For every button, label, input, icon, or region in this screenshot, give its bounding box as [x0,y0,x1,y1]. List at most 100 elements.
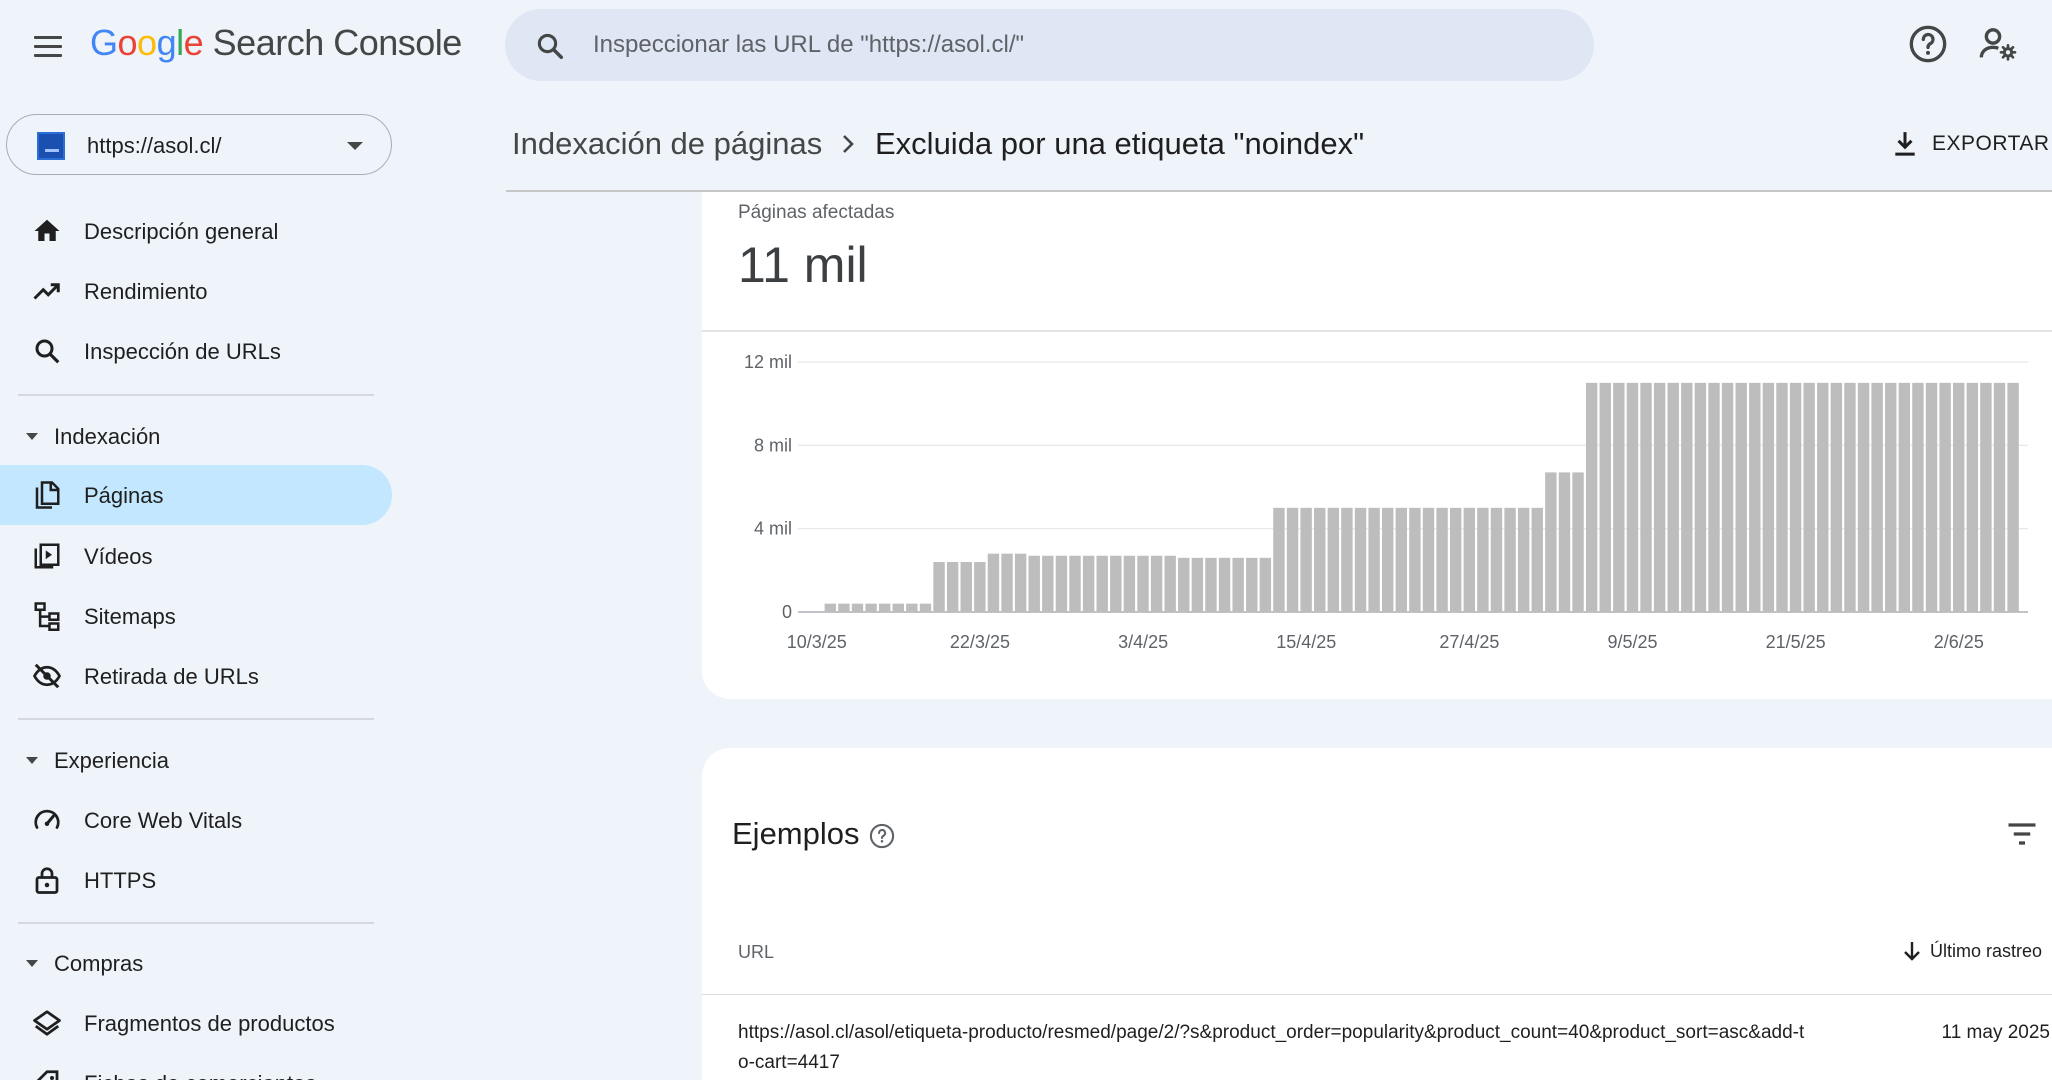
chart-bar[interactable] [1953,382,1965,612]
chart-bar[interactable] [1436,507,1448,612]
chart-bar[interactable] [946,562,959,612]
chart-bar[interactable] [1232,557,1244,612]
chart-bar[interactable] [1844,382,1856,612]
chart-bar[interactable] [1599,382,1611,612]
chart-bar[interactable] [1314,507,1326,612]
chart-bar[interactable] [1055,555,1068,612]
chart-bar[interactable] [1368,507,1380,612]
chart-bar[interactable] [1273,507,1285,612]
chart-bar[interactable] [1191,557,1204,612]
chart-bar[interactable] [1178,557,1190,612]
chart-bar[interactable] [1640,382,1652,612]
chart-bar[interactable] [851,603,864,612]
chart-bar[interactable] [1776,382,1788,612]
app-logo[interactable]: Google Search Console [90,22,462,64]
chart-bar[interactable] [1218,557,1231,612]
section-indexing[interactable]: Indexación [0,411,392,461]
chart-bar[interactable] [1993,382,2006,612]
chart-bar[interactable] [1123,555,1136,612]
search-input[interactable] [593,25,1553,65]
chart-bar[interactable] [1857,382,1870,612]
chart-bar[interactable] [1789,382,1802,612]
chart-bar[interactable] [1150,555,1163,612]
chart-bar[interactable] [1463,507,1475,612]
chart-bar[interactable] [1014,553,1027,612]
sidebar-item-https[interactable]: HTTPS [0,850,392,910]
chart-bar[interactable] [1286,507,1299,612]
chart-bar[interactable] [1585,382,1598,612]
chart-bar[interactable] [1694,382,1707,612]
chart-bar[interactable] [1898,382,1911,612]
help-icon[interactable] [868,822,896,850]
chart-bar[interactable] [1572,472,1584,612]
chart-bar[interactable] [1246,557,1258,612]
sidebar-item-url-inspection[interactable]: Inspección de URLs [0,321,392,381]
chart-bar[interactable] [1042,555,1054,612]
help-icon[interactable] [1908,24,1948,64]
chart-bar[interactable] [1613,382,1625,612]
export-button[interactable]: EXPORTAR [1892,124,2050,164]
column-header-url[interactable]: URL [738,942,774,963]
sidebar-item-removals[interactable]: Retirada de URLs [0,646,392,706]
section-shopping[interactable]: Compras [0,938,392,988]
chart-bar[interactable] [2007,382,2019,612]
chart-bar[interactable] [1137,555,1149,612]
chart-bar[interactable] [1885,382,1897,612]
chart-bar[interactable] [987,553,1000,612]
sidebar-item-core-web-vitals[interactable]: Core Web Vitals [0,790,392,850]
chart-bar[interactable] [1558,472,1571,612]
chart-bar[interactable] [1517,507,1530,612]
url-inspection-search[interactable] [505,9,1594,81]
chart-bar[interactable] [1327,507,1340,612]
chart-bar[interactable] [1205,557,1217,612]
chart-bar[interactable] [1477,507,1489,612]
chart-bar[interactable] [1762,382,1775,612]
chart-bar[interactable] [1164,555,1176,612]
chart-bar[interactable] [1966,382,1979,612]
chart-bar[interactable] [1490,507,1503,612]
chart-bar[interactable] [1925,382,1938,612]
sidebar-item-pages[interactable]: Páginas [0,465,392,525]
sidebar-item-merchant-listings[interactable]: Fichas de comerciantes [0,1053,392,1080]
chart-bar[interactable] [892,603,904,612]
chart-bar[interactable] [1028,555,1040,612]
chart-bar[interactable] [933,562,945,612]
chart-bar[interactable] [1667,382,1679,612]
chart-bar[interactable] [1341,507,1353,612]
chart-bar[interactable] [1545,472,1557,612]
chart-bar[interactable] [1980,382,1992,612]
chart-bar[interactable] [1110,555,1122,612]
sidebar-item-overview[interactable]: Descripción general [0,201,392,261]
chart-bar[interactable] [1653,382,1666,612]
section-experience[interactable]: Experiencia [0,735,392,785]
user-settings-icon[interactable] [1978,24,2018,64]
chart-bar[interactable] [1082,555,1095,612]
chart-bar[interactable] [865,603,877,612]
chart-bar[interactable] [974,562,986,612]
table-row-url[interactable]: https://asol.cl/asol/etiqueta-producto/r… [738,1018,1808,1078]
sidebar-item-performance[interactable]: Rendimiento [0,261,392,321]
chart-bar[interactable] [824,603,836,612]
sidebar-item-product-snippets[interactable]: Fragmentos de productos [0,993,392,1053]
chart-bar[interactable] [1382,507,1394,612]
chart-bar[interactable] [1096,555,1108,612]
chart-bar[interactable] [1422,507,1435,612]
chart-bar[interactable] [1749,382,1761,612]
chart-bar[interactable] [1939,382,1951,612]
sidebar-item-sitemaps[interactable]: Sitemaps [0,586,392,646]
chart-bar[interactable] [1504,507,1516,612]
filter-icon[interactable] [2004,816,2040,852]
chart-bar[interactable] [1626,382,1639,612]
chart-bar[interactable] [1395,507,1408,612]
sidebar-item-videos[interactable]: Vídeos [0,526,392,586]
chart-bar[interactable] [1803,382,1815,612]
chart-bar[interactable] [1259,557,1272,612]
chart-bar[interactable] [1449,507,1462,612]
chart-bar[interactable] [960,562,972,612]
main-menu-button[interactable] [28,26,68,66]
chart-bar[interactable] [1817,382,1829,612]
chart-bar[interactable] [1735,382,1747,612]
chart-bar[interactable] [838,603,850,612]
breadcrumb-root[interactable]: Indexación de páginas [512,126,822,162]
chart-bar[interactable] [1531,507,1543,612]
